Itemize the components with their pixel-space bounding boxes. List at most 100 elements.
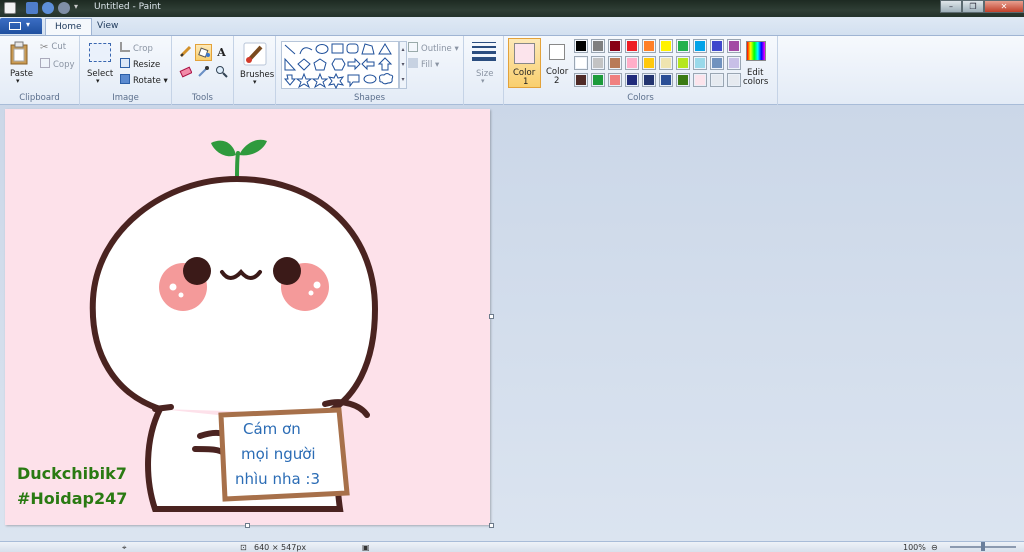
colors-group: Color 1 Color 2 Edit colors Colors [504,36,778,105]
signature-line-1: Duckchibik7 [17,464,127,483]
select-rectangle-icon [89,43,111,62]
resize-handle-right[interactable] [489,314,494,319]
palette-color-swatch[interactable] [676,39,690,53]
shapes-scrollbar[interactable]: ▴ ▾ ▾ [399,41,407,89]
color1-button[interactable]: Color 1 [508,38,541,88]
pencil-icon [179,45,192,58]
palette-color-swatch[interactable] [710,39,724,53]
select-button[interactable]: Select ▾ [86,41,114,89]
palette-color-swatch[interactable] [591,39,605,53]
drawing-canvas[interactable]: Cám ơn mọi người nhìu nha :3 Duckchibik7… [5,109,490,525]
tab-view[interactable]: View [88,18,127,35]
palette-color-swatch[interactable] [625,39,639,53]
chevron-down-icon: ▾ [253,78,257,86]
close-button[interactable]: ✕ [984,0,1024,13]
cut-button[interactable]: ✂ Cut [40,42,67,53]
cut-label: Cut [51,42,67,52]
eyedropper-icon [198,66,209,77]
crop-button[interactable]: Crop [120,42,153,54]
cursor-position-icon: ⌖ [122,543,127,552]
save-icon[interactable] [26,2,38,14]
restore-button[interactable]: ❐ [962,0,984,13]
palette-color-swatch[interactable] [710,73,724,87]
undo-icon[interactable] [42,2,54,14]
resize-handle-corner[interactable] [489,523,494,528]
image-group: Select ▾ Crop Resize Rotate ▾ Image [80,36,172,105]
palette-color-swatch[interactable] [574,56,588,70]
palette-color-swatch[interactable] [608,56,622,70]
palette-color-swatch[interactable] [727,73,741,87]
redo-icon[interactable] [58,2,70,14]
palette-color-swatch[interactable] [693,73,707,87]
paint-bucket-icon [198,47,210,58]
text-tool[interactable]: A [213,44,230,61]
palette-color-swatch[interactable] [693,56,707,70]
tools-group: A Tools [172,36,234,105]
palette-color-swatch[interactable] [676,73,690,87]
eraser-tool[interactable] [177,64,194,81]
brush-icon [243,42,267,66]
size-group: Size ▾ [464,36,504,105]
triangle-shape-icon [378,43,392,55]
palette-color-swatch[interactable] [710,56,724,70]
left-eye [183,257,211,285]
palette-color-swatch[interactable] [659,39,673,53]
text-icon: A [217,46,226,59]
palette-color-swatch[interactable] [574,73,588,87]
line-thickness-icon [472,42,496,61]
chevron-down-icon: ▾ [16,77,20,85]
color-picker-tool[interactable] [195,64,212,81]
brushes-button[interactable]: Brushes ▾ [238,41,274,93]
tab-home[interactable]: Home [45,18,92,35]
palette-color-swatch[interactable] [642,56,656,70]
palette-color-swatch[interactable] [727,39,741,53]
palette-color-swatch[interactable] [693,39,707,53]
resize-label: Resize [133,60,161,70]
outline-button[interactable]: Outline ▾ [408,42,459,54]
paste-button[interactable]: Paste ▾ [5,39,33,87]
palette-color-swatch[interactable] [642,39,656,53]
color2-swatch [549,44,565,60]
minimize-button[interactable]: – [940,0,962,13]
palette-color-swatch[interactable] [659,56,673,70]
down-arrow-shape-icon [283,74,297,86]
palette-color-swatch[interactable] [591,73,605,87]
fill-button[interactable]: Fill ▾ [408,58,439,70]
zoom-level: 100% [903,543,926,552]
shapes-group-label: Shapes [353,93,386,103]
resize-handle-bottom[interactable] [245,523,250,528]
copy-button[interactable]: Copy [40,58,75,70]
eraser-icon [179,66,193,78]
palette-color-swatch[interactable] [676,56,690,70]
shapes-gallery[interactable] [281,41,399,90]
rotate-button[interactable]: Rotate ▾ [120,74,168,86]
image-size-icon: ⊡ [240,543,247,552]
palette-color-swatch[interactable] [642,73,656,87]
palette-color-swatch[interactable] [727,56,741,70]
size-button[interactable]: Size ▾ [470,42,498,90]
select-label: Select [87,69,114,79]
palette-color-swatch[interactable] [608,39,622,53]
palette-color-swatch[interactable] [625,73,639,87]
fill-tool[interactable] [195,44,212,61]
palette-color-swatch[interactable] [659,73,673,87]
palette-color-swatch[interactable] [574,39,588,53]
magnifier-tool[interactable] [213,64,230,81]
note-line-2: mọi người [241,445,316,463]
zoom-out-button[interactable]: ⊖ [931,543,938,552]
edit-colors-button[interactable]: Edit colors [740,39,774,89]
resize-button[interactable]: Resize [120,58,160,70]
color2-button[interactable]: Color 2 [544,38,572,88]
color2-label-line2: 2 [554,76,560,86]
palette-color-swatch[interactable] [591,56,605,70]
paint-menu-button[interactable]: ▾ [0,18,42,34]
customize-toolbar-icon[interactable]: ▾ [74,2,82,14]
palette-color-swatch[interactable] [625,56,639,70]
paint-app-icon[interactable] [4,2,16,14]
right-eye [273,257,301,285]
palette-color-swatch[interactable] [608,73,622,87]
outline-icon [408,42,418,52]
zoom-slider-thumb[interactable] [981,542,985,551]
six-point-star-shape-icon [327,72,345,90]
pencil-tool[interactable] [177,44,194,61]
